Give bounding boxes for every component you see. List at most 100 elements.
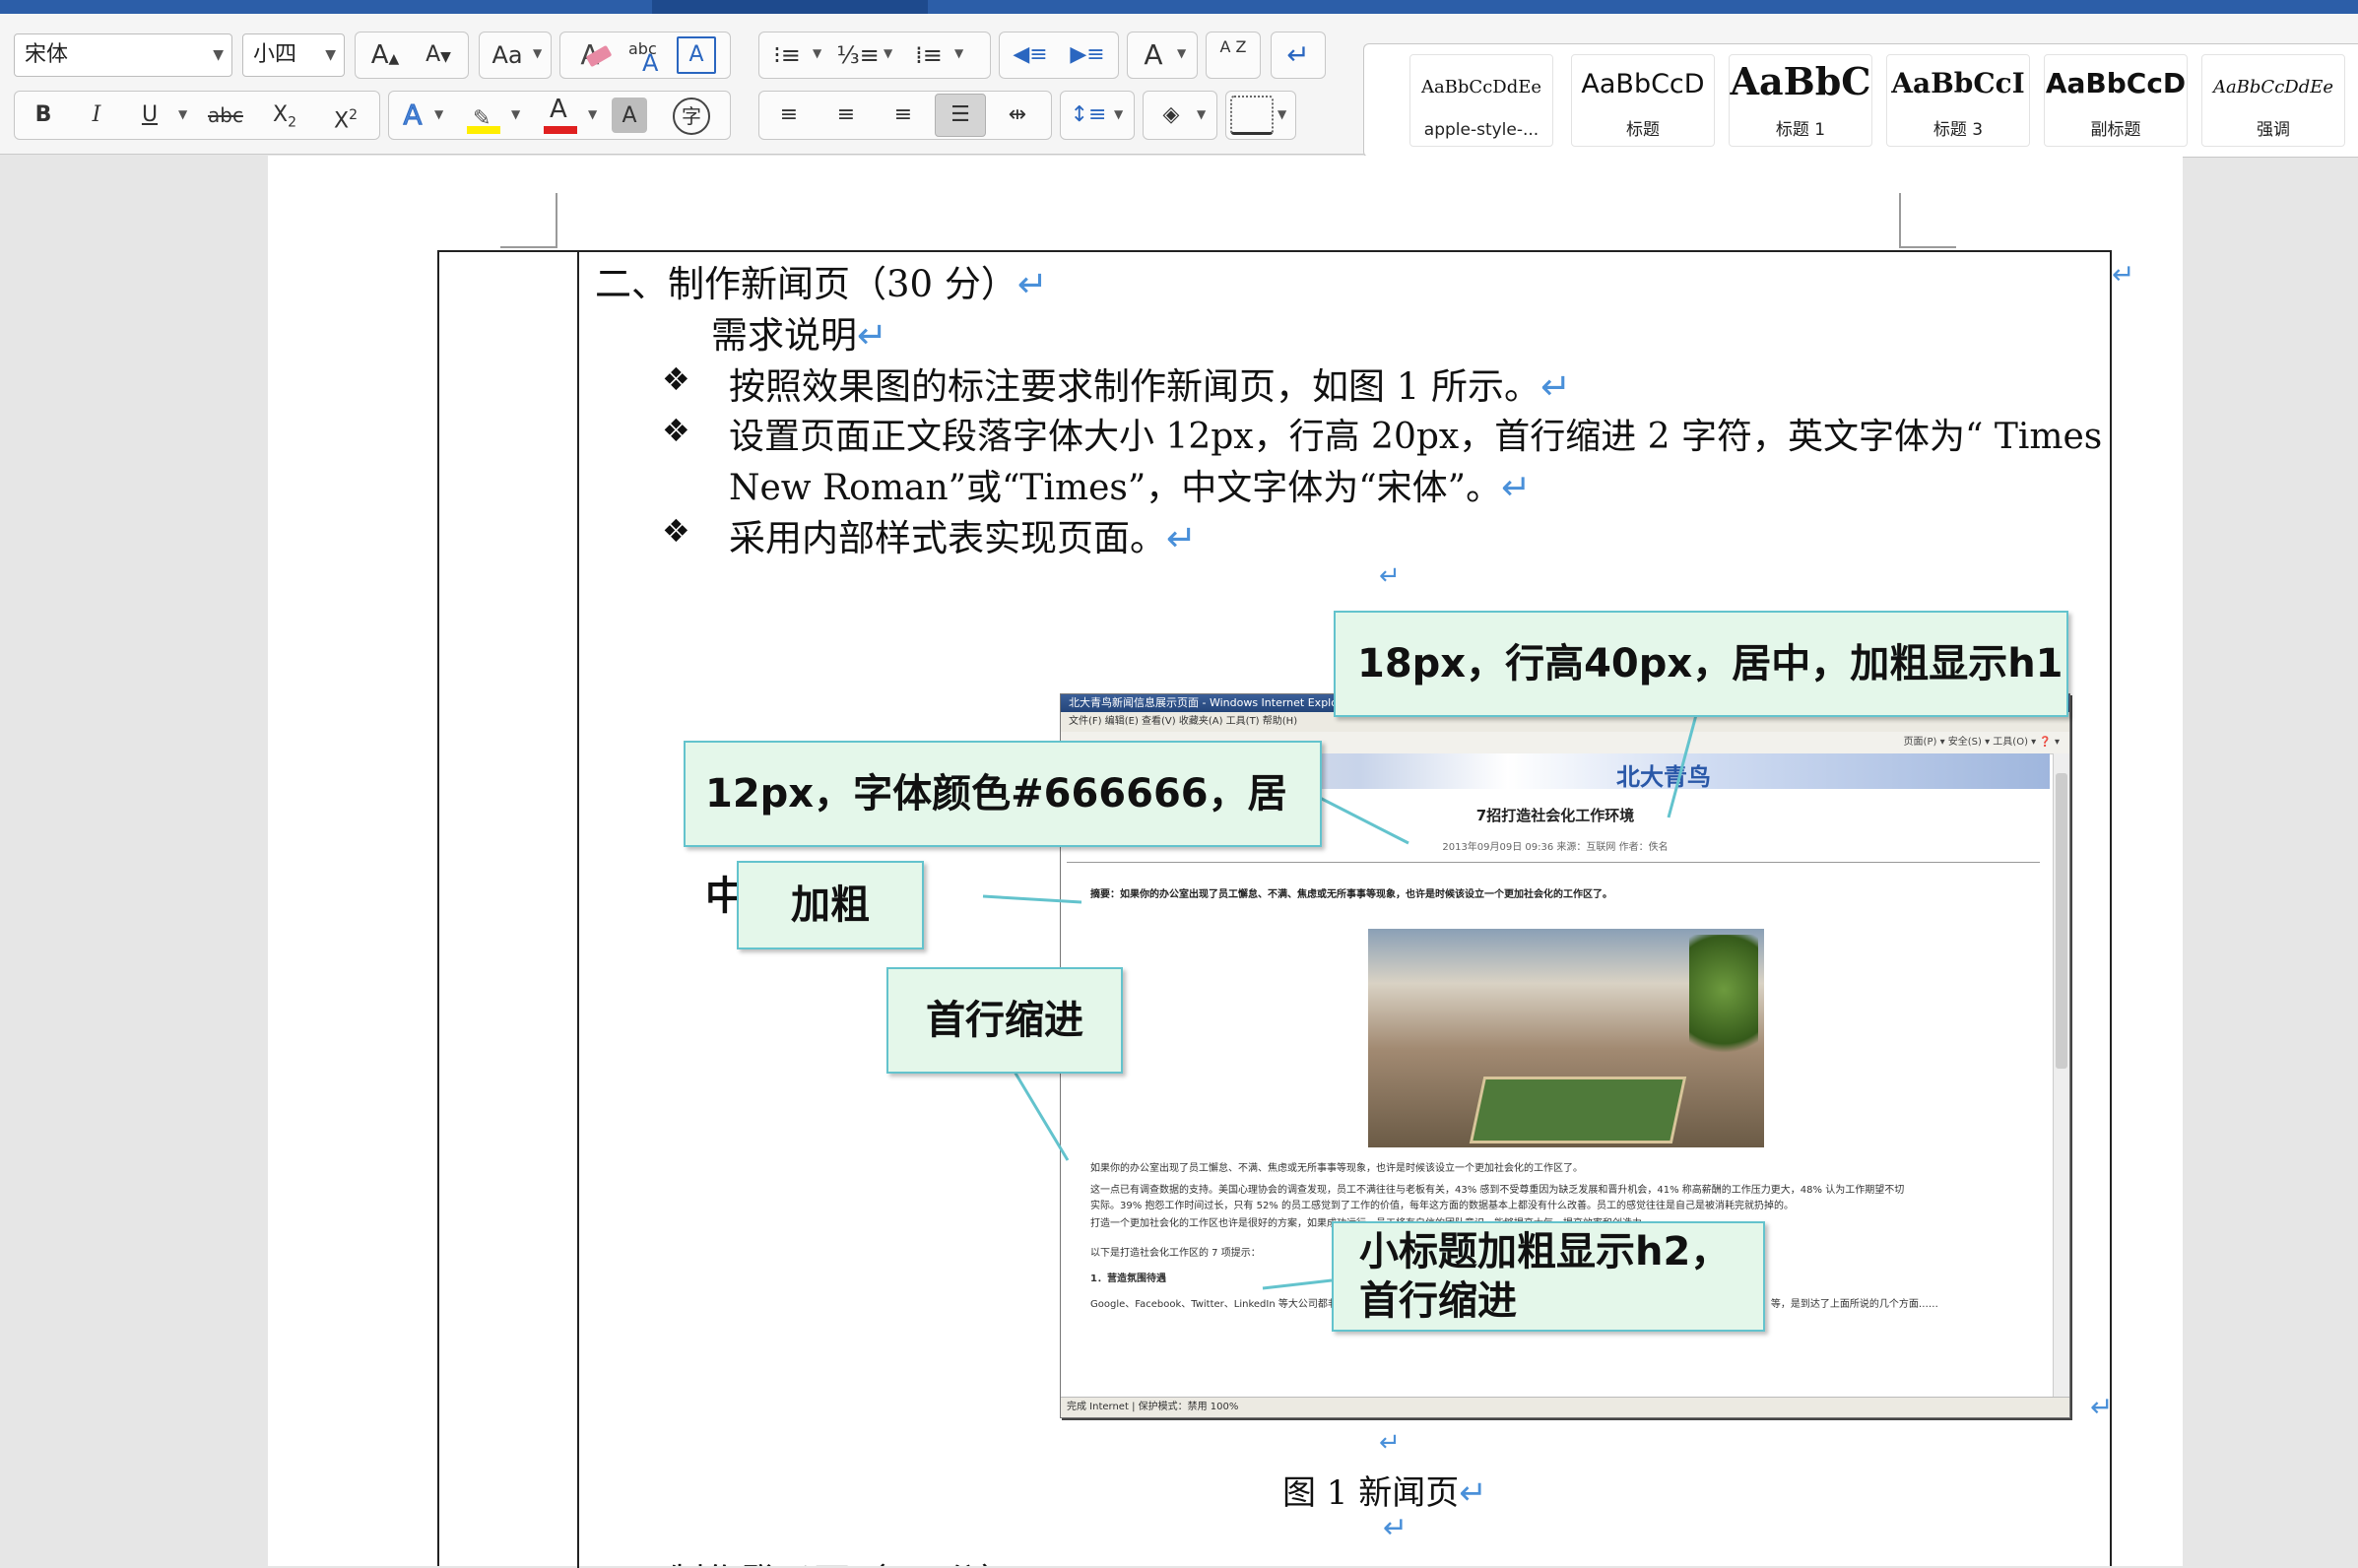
align-right-button[interactable]: ≡ xyxy=(878,94,929,137)
bullets-button[interactable]: ⁝≡ xyxy=(763,33,811,77)
leader-line xyxy=(1013,1071,1070,1161)
chevron-down-icon[interactable]: ▼ xyxy=(213,34,224,76)
active-tab-highlight[interactable] xyxy=(652,0,928,14)
table-column-divider xyxy=(577,252,579,1568)
shrink-font-icon: A xyxy=(426,42,441,67)
chevron-down-icon[interactable]: ▼ xyxy=(954,46,963,60)
text-direction-button[interactable]: A xyxy=(1132,33,1175,77)
shrink-font-button[interactable]: A▼ xyxy=(413,33,464,77)
figure-caption[interactable]: 图 1 新闻页↵ xyxy=(1282,1466,1487,1514)
font-size-combobox[interactable]: 小四 ▼ xyxy=(242,33,345,77)
underline-button[interactable]: U xyxy=(125,94,174,137)
text-effect-icon: A xyxy=(403,98,423,132)
show-marks-group: ↵ xyxy=(1271,32,1326,79)
news-page-figure[interactable]: 北大青鸟新闻信息展示页面 - Windows Internet Explorer… xyxy=(664,597,2072,1420)
list-group: ⁝≡ ▼ ⅓≡ ▼ ⁞≡ ▼ xyxy=(758,32,991,79)
style-sample: AaBbCcDdEe xyxy=(1420,77,1542,98)
character-border-button[interactable]: A xyxy=(677,36,716,74)
chevron-down-icon[interactable]: ▼ xyxy=(511,107,520,121)
show-paragraph-marks-button[interactable]: ↵ xyxy=(1276,33,1321,77)
chevron-down-icon[interactable]: ▼ xyxy=(325,34,336,76)
bullet-item[interactable]: 采用内部样式表实现页面。↵ xyxy=(729,508,1197,561)
subscript-button[interactable]: X2 xyxy=(257,94,312,137)
grow-font-button[interactable]: A▲ xyxy=(360,33,411,77)
change-case-button[interactable]: Aa xyxy=(484,33,531,77)
increase-indent-button[interactable]: ▶≡ xyxy=(1061,33,1114,77)
line-spacing-button[interactable]: ↕≡ xyxy=(1065,94,1112,137)
italic-icon: I xyxy=(92,102,101,127)
highlight-button[interactable]: ✎ xyxy=(458,94,507,137)
bold-icon: B xyxy=(34,102,52,127)
style-sample: AaBbCcDdEe xyxy=(2212,77,2334,98)
crop-mark xyxy=(1899,193,1901,248)
superscript-button[interactable]: X2 xyxy=(316,94,375,137)
style-tile[interactable]: AaBbCcD 标题 xyxy=(1571,54,1715,147)
chevron-down-icon[interactable]: ▼ xyxy=(884,46,892,60)
chevron-down-icon[interactable]: ▼ xyxy=(1177,46,1186,60)
character-shading-icon: A xyxy=(622,103,637,128)
style-tile[interactable]: AaBbCcI 标题 3 xyxy=(1886,54,2030,147)
font-size-step-group: A▲ A▼ xyxy=(355,32,469,79)
numbering-button[interactable]: ⅓≡ xyxy=(834,33,882,77)
bullet-item[interactable]: 按照效果图的标注要求制作新闻页，如图 1 所示。↵ xyxy=(729,357,1571,410)
font-color-button[interactable]: A xyxy=(535,92,584,135)
subscript-icon: X xyxy=(273,102,289,127)
bullet-item[interactable]: 设置页面正文段落字体大小 12px，行高 20px，首行缩进 2 字符，英文字体… xyxy=(729,408,2102,459)
requirement-title[interactable]: 需求说明↵ xyxy=(711,305,887,359)
font-name-combobox[interactable]: 宋体 ▼ xyxy=(14,33,232,77)
align-left-icon: ≡ xyxy=(779,102,799,127)
sort-button[interactable]: A Z xyxy=(1211,33,1256,77)
style-name: 副标题 xyxy=(2090,120,2141,140)
bulleted-list-icon: ⁝≡ xyxy=(773,41,801,69)
paragraph-shading-button[interactable]: ◈ xyxy=(1147,94,1195,137)
style-tile[interactable]: AaBbCcDdEe apple-style-... xyxy=(1409,54,1553,147)
chevron-down-icon[interactable]: ▼ xyxy=(1114,107,1123,121)
leader-line xyxy=(1262,1278,1333,1290)
enclose-character-button[interactable]: 字 xyxy=(673,98,710,135)
character-border-icon: A xyxy=(688,42,704,67)
style-tile[interactable]: AaBbCcDdEe 强调 xyxy=(2201,54,2345,147)
chevron-down-icon[interactable]: ▼ xyxy=(1277,107,1286,121)
multilevel-list-button[interactable]: ⁞≡ xyxy=(905,33,952,77)
bullet-item-continuation[interactable]: New Roman”或“Times”，中文字体为“宋体”。↵ xyxy=(729,459,1531,510)
line-spacing-group: ↕≡ ▼ xyxy=(1060,91,1135,140)
text-effect-button[interactable]: A xyxy=(393,94,432,137)
next-section-title[interactable]: 三、制作登录页（30 分） xyxy=(595,1552,1017,1566)
character-shading-button[interactable]: A xyxy=(612,98,647,133)
leader-line xyxy=(982,894,1082,904)
indent-group: ◀≡ ▶≡ xyxy=(999,32,1119,79)
distributed-button[interactable]: ⇹ xyxy=(992,94,1043,137)
paragraph-mark: ↵ xyxy=(1379,1428,1401,1458)
italic-button[interactable]: I xyxy=(72,94,121,137)
chevron-down-icon[interactable]: ▼ xyxy=(588,107,597,121)
paint-bucket-icon: ◈ xyxy=(1162,102,1180,127)
phonetic-guide-button[interactable]: abc A xyxy=(620,33,671,77)
section-title[interactable]: 二、制作新闻页（30 分）↵ xyxy=(595,254,1048,307)
align-center-button[interactable]: ≡ xyxy=(820,94,872,137)
style-name: 强调 xyxy=(2257,120,2290,140)
strikethrough-button[interactable]: abc xyxy=(198,94,253,137)
chevron-down-icon[interactable]: ▼ xyxy=(178,107,187,121)
bold-button[interactable]: B xyxy=(19,94,68,137)
alignment-group: ≡ ≡ ≡ ☰ ⇹ xyxy=(758,91,1052,140)
align-left-button[interactable]: ≡ xyxy=(763,94,815,137)
chevron-down-icon[interactable]: ▼ xyxy=(1197,107,1206,121)
chevron-down-icon[interactable]: ▼ xyxy=(533,46,542,60)
paragraph-mark: ↵ xyxy=(1383,1511,1408,1545)
bullet-text: 设置页面正文段落字体大小 12px，行高 20px，首行缩进 2 字符，英文字体… xyxy=(729,417,2103,457)
justify-icon: ☰ xyxy=(950,102,970,127)
clear-formatting-button[interactable]: A xyxy=(564,33,616,77)
decrease-indent-button[interactable]: ◀≡ xyxy=(1004,33,1057,77)
chevron-down-icon[interactable]: ▼ xyxy=(434,107,443,121)
increase-indent-icon: ▶≡ xyxy=(1070,42,1105,67)
decrease-indent-icon: ◀≡ xyxy=(1013,42,1048,67)
chevron-down-icon[interactable]: ▼ xyxy=(813,46,821,60)
paragraph-mark: ↵ xyxy=(1459,1473,1487,1513)
numbered-list-icon: ⅓≡ xyxy=(836,41,880,69)
style-tile[interactable]: AaBbCcD 副标题 xyxy=(2044,54,2188,147)
callout-bold: 加粗 xyxy=(737,861,924,949)
justify-button[interactable]: ☰ xyxy=(935,94,986,137)
style-tile[interactable]: AaBbC 标题 1 xyxy=(1729,54,1872,147)
borders-button[interactable] xyxy=(1230,96,1274,135)
font-name-value: 宋体 xyxy=(25,42,69,67)
